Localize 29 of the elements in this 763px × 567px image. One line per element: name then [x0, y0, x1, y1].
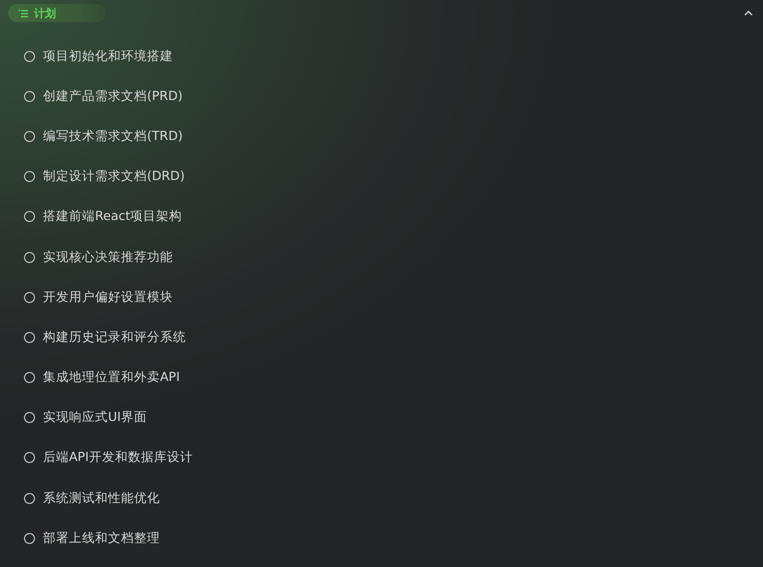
task-checkbox[interactable]	[24, 171, 35, 182]
task-checkbox[interactable]	[24, 130, 35, 142]
task-label: 搭建前端React项目架构	[43, 208, 182, 226]
task-checkbox[interactable]	[24, 292, 35, 303]
task-checkbox[interactable]	[24, 252, 35, 263]
task-label: 创建产品需求文档(PRD)	[43, 88, 183, 105]
section-title: 计划	[34, 6, 56, 20]
task-checkbox[interactable]	[24, 532, 35, 544]
task-label: 系统测试和性能优化	[43, 490, 160, 507]
task-checkbox[interactable]	[24, 211, 35, 222]
task-label: 实现核心决策推荐功能	[43, 248, 173, 266]
task-label: 后端API开发和数据库设计	[43, 449, 193, 466]
task-label: 集成地理位置和外卖API	[43, 369, 180, 386]
task-label: 制定设计需求文档(DRD)	[43, 168, 185, 186]
task-checkbox[interactable]	[24, 452, 35, 464]
list-icon	[18, 8, 28, 18]
task-label: 编写技术需求文档(TRD)	[43, 128, 183, 145]
task-checkbox[interactable]	[24, 492, 35, 504]
task-checkbox[interactable]	[24, 412, 35, 424]
task-checkbox[interactable]	[24, 90, 35, 102]
task-label: 构建历史记录和评分系统	[43, 328, 186, 346]
task-label: 项目初始化和环境搭建	[43, 48, 173, 65]
task-label: 开发用户偏好设置模块	[43, 288, 173, 306]
task-label: 实现响应式UI界面	[43, 409, 147, 426]
task-label: 部署上线和文档整理	[43, 530, 160, 547]
task-checkbox[interactable]	[24, 372, 35, 384]
collapse-button[interactable]	[742, 8, 755, 18]
task-checkbox[interactable]	[24, 332, 35, 343]
task-checkbox[interactable]	[24, 50, 35, 62]
